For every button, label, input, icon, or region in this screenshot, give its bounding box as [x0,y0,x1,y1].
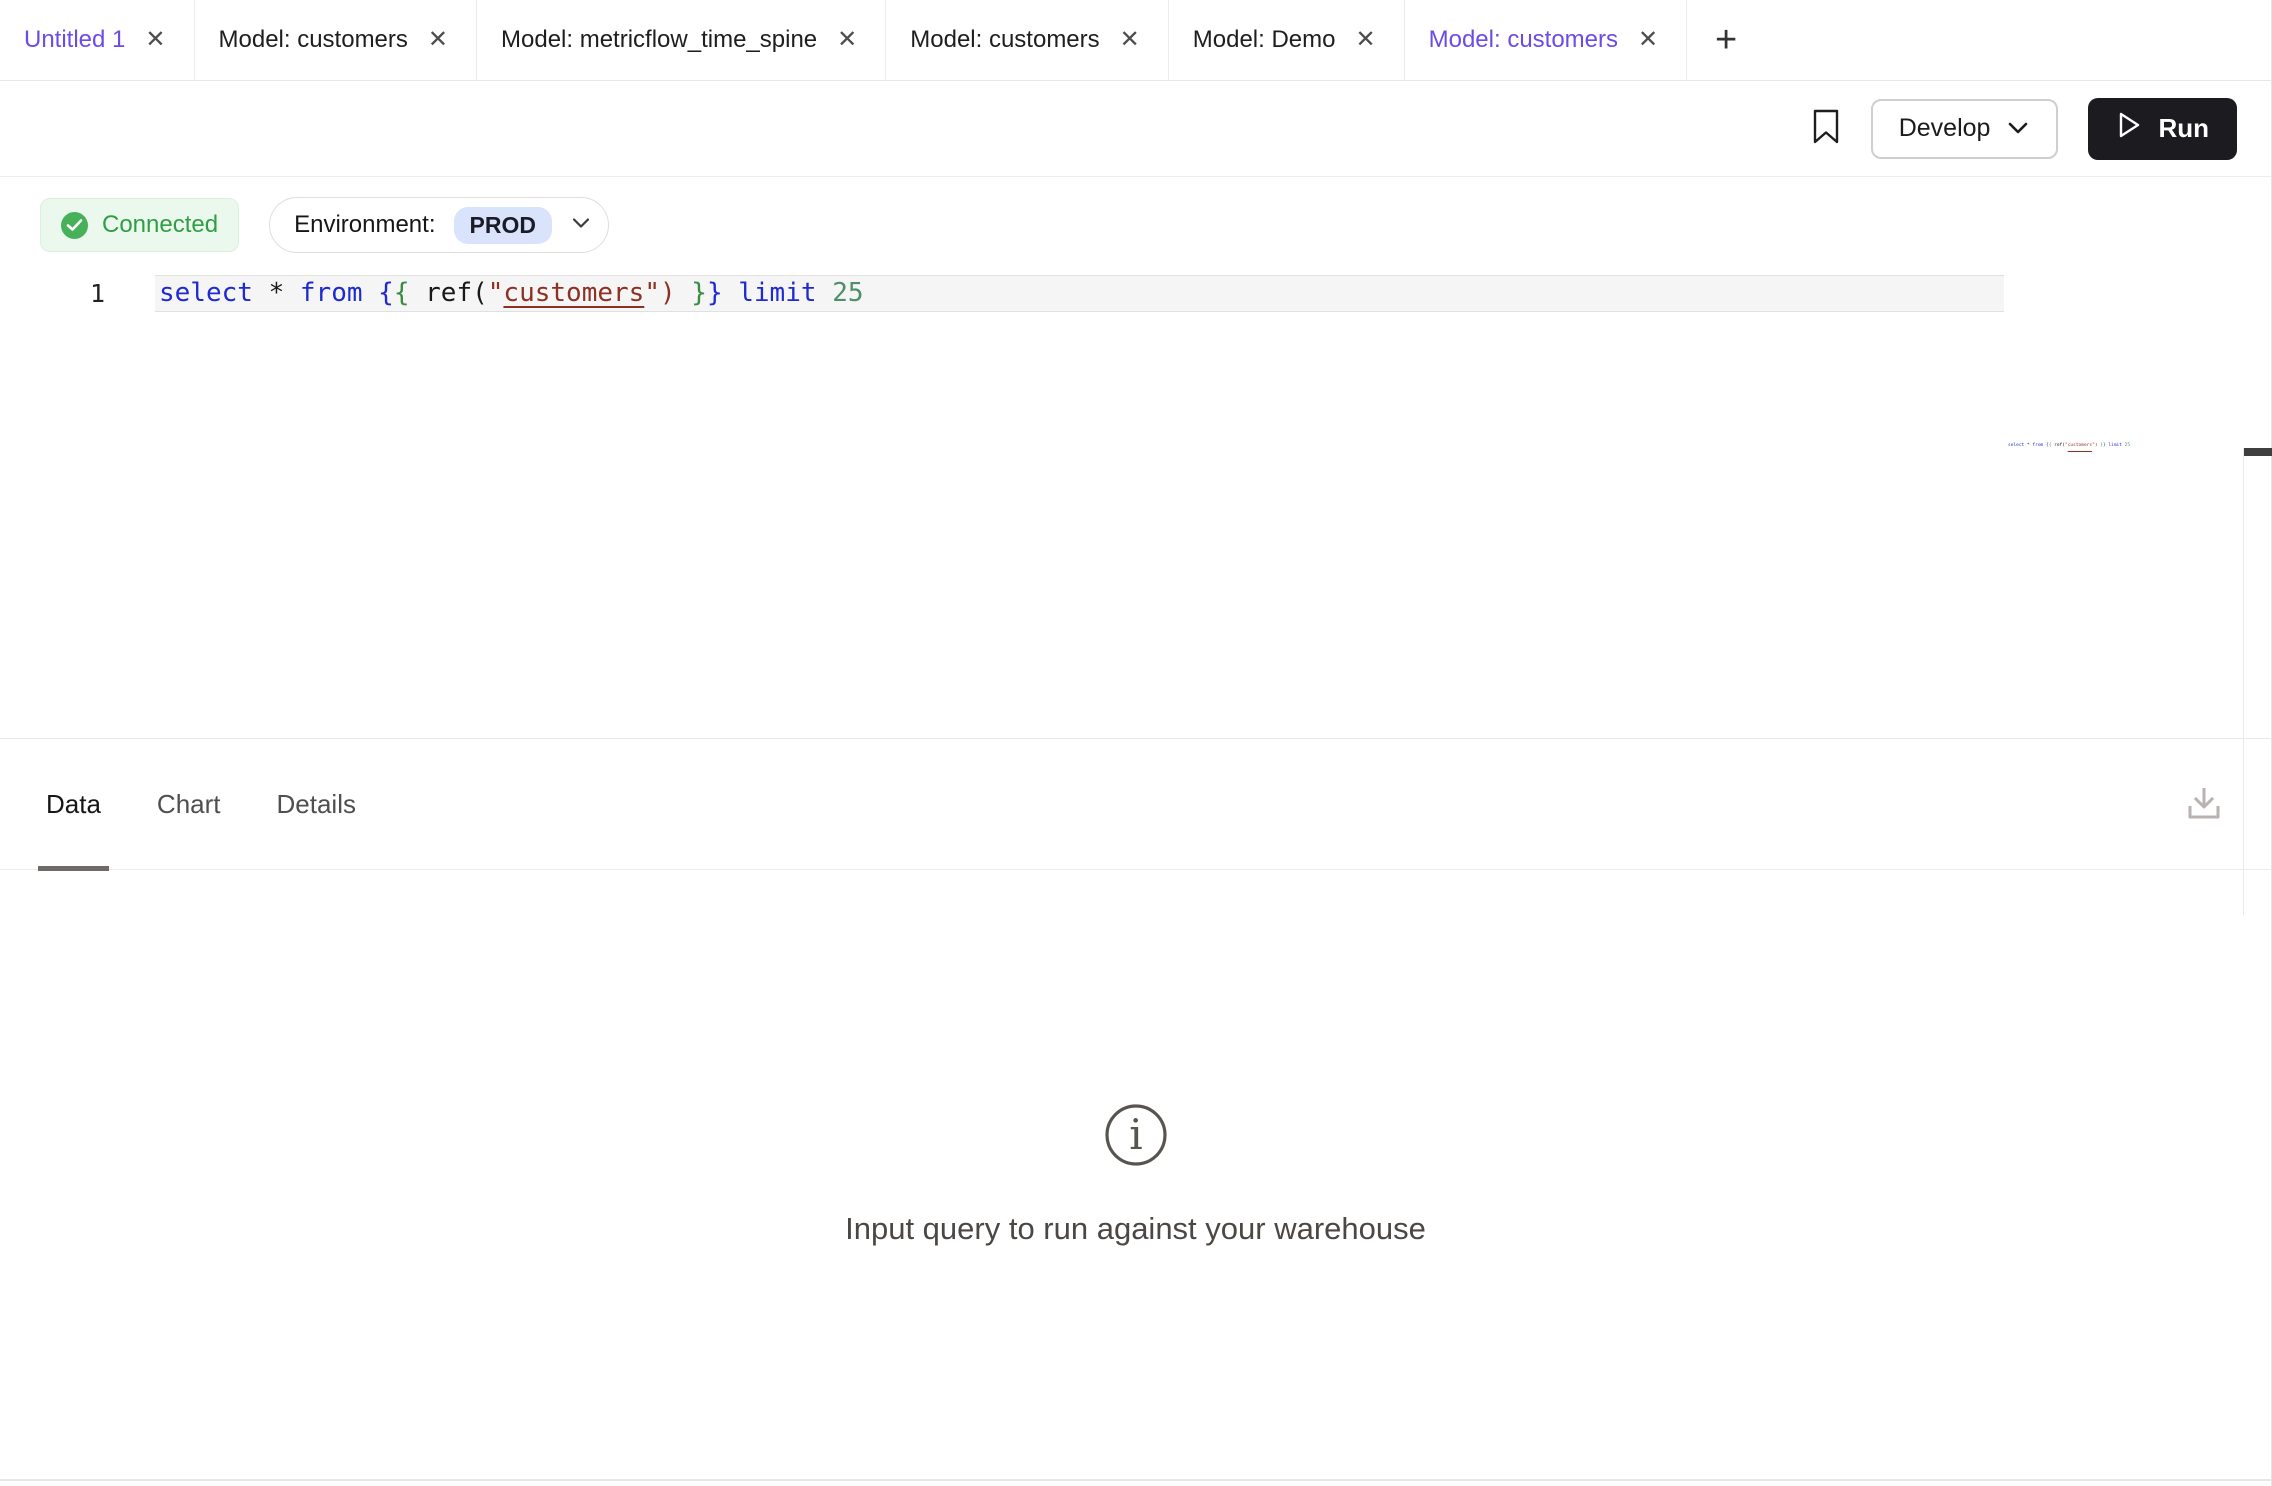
editor-tab-5[interactable]: Model: customers ✕ [1405,0,1688,80]
close-icon[interactable]: ✕ [1116,26,1144,54]
editor-scrollbar-thumb[interactable] [2244,448,2272,456]
code-token: limit [738,278,816,308]
code-token: ref( [425,278,488,308]
results-tab-chart[interactable]: Chart [153,739,225,869]
code-token: " [488,278,504,308]
bookmark-icon [1811,108,1841,149]
play-icon [2116,110,2142,147]
code-token: } [707,278,723,308]
develop-button-label: Develop [1899,114,1991,143]
close-icon[interactable]: ✕ [1352,26,1380,54]
editor-tab-label: Model: Demo [1193,26,1336,54]
info-icon: i [1103,1102,1169,1173]
code-token [363,278,379,308]
code-token [723,278,739,308]
editor-tab-label: Model: customers [910,26,1099,54]
editor-tab-bar: Untitled 1✕Model: customers✕Model: metri… [0,0,2271,81]
editor-tab-label: Model: customers [1429,26,1618,54]
editor-tab-3[interactable]: Model: customers ✕ [886,0,1169,80]
code-editor: 1 select * from {{ ref("customers") }} l… [0,275,2271,312]
editor-status-row: Connected Environment: PROD [0,177,2271,253]
download-results-button[interactable] [2181,739,2227,869]
ide-window: Untitled 1✕Model: customers✕Model: metri… [0,0,2272,1486]
code-input-line[interactable]: select * from {{ ref("customers") }} lim… [155,275,2004,312]
code-token[interactable]: customers [503,278,644,308]
chevron-down-icon [570,216,592,235]
code-token: ref( [2054,443,2065,448]
code-token [253,278,269,308]
code-token [817,278,833,308]
connection-status-label: Connected [102,211,218,239]
code-token: select [2008,443,2024,448]
toolbar: Develop Run [0,81,2271,177]
code-token: * [269,278,285,308]
close-icon[interactable]: ✕ [1634,26,1662,54]
editor-tab-label: Untitled 1 [24,26,125,54]
environment-label: Environment: [294,211,435,239]
close-icon[interactable]: ✕ [424,26,452,54]
empty-state-message: Input query to run against your warehous… [845,1211,1426,1247]
editor-tab-0[interactable]: Untitled 1 ✕ [0,0,195,80]
chevron-down-icon [2006,114,2030,143]
run-button-label: Run [2158,113,2209,144]
code-token: limit [2108,443,2122,448]
code-token: customers [2068,443,2092,448]
develop-button[interactable]: Develop [1871,99,2059,159]
bookmark-button[interactable] [1811,108,1841,149]
check-circle-icon [61,212,88,239]
code-line-1: 1 select * from {{ ref("customers") }} l… [0,275,2271,312]
close-icon[interactable]: ✕ [141,26,169,54]
new-tab-button[interactable]: + [1687,0,1765,80]
svg-text:i: i [1129,1110,1142,1159]
code-token: { [394,278,410,308]
line-number-gutter: 1 [0,275,155,312]
code-token: 25 [2125,443,2130,448]
code-token: } [691,278,707,308]
bottom-divider [0,1479,2271,1481]
connection-status-badge: Connected [40,198,239,252]
environment-selector[interactable]: Environment: PROD [269,197,609,253]
code-token [409,278,425,308]
editor-tab-2[interactable]: Model: metricflow_time_spine ✕ [477,0,886,80]
code-token [284,278,300,308]
editor-tab-label: Model: customers [219,26,408,54]
code-token: ) [660,278,676,308]
editor-tab-4[interactable]: Model: Demo ✕ [1169,0,1405,80]
editor-panel: Connected Environment: PROD 1 select * f… [0,177,2271,738]
environment-value-chip: PROD [454,207,552,244]
results-tab-details[interactable]: Details [273,739,360,869]
results-panel: i Input query to run against your wareho… [0,870,2271,1479]
plus-icon: + [1715,19,1737,62]
code-token: from [300,278,363,308]
code-token: 25 [832,278,863,308]
results-tab-bar: Data Chart Details [0,738,2271,870]
code-token: " [644,278,660,308]
code-token: select [159,278,253,308]
editor-tab-label: Model: metricflow_time_spine [501,26,817,54]
run-button[interactable]: Run [2088,98,2237,160]
editor-minimap: select * from {{ ref("customers") }} lim… [2008,443,2228,448]
code-token [676,278,692,308]
close-icon[interactable]: ✕ [833,26,861,54]
code-token: { [378,278,394,308]
code-token: from [2032,443,2043,448]
results-tab-data[interactable]: Data [42,739,105,869]
download-icon [2181,780,2227,829]
editor-tab-1[interactable]: Model: customers ✕ [195,0,478,80]
